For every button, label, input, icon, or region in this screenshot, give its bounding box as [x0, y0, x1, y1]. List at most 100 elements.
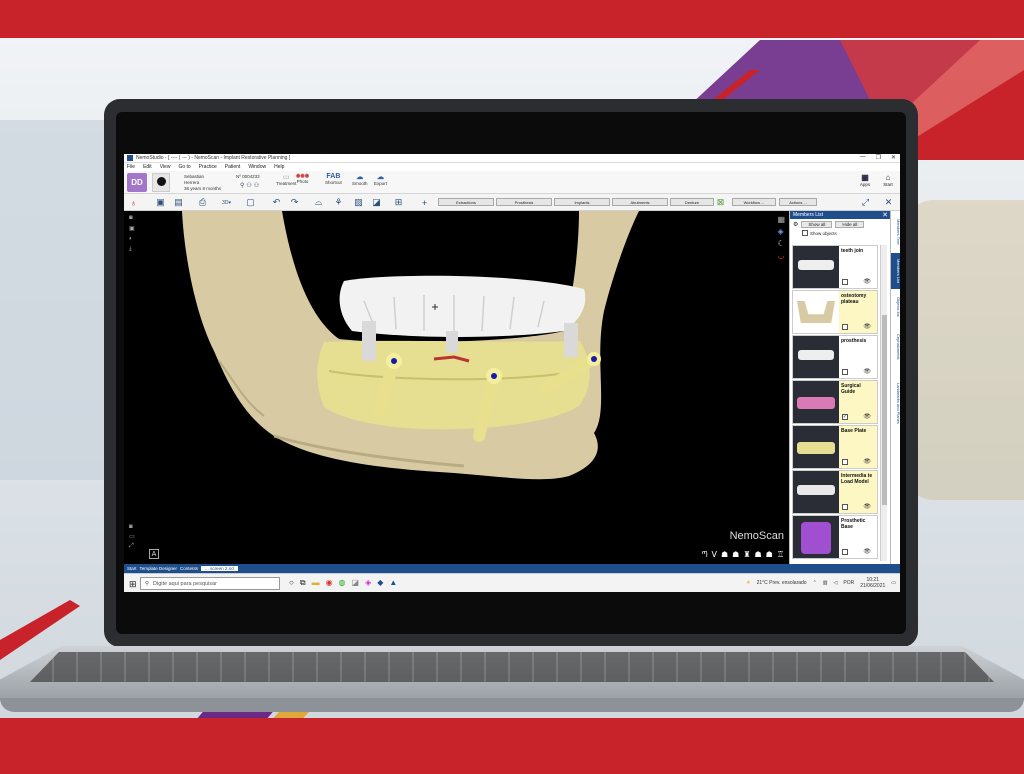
weather-text[interactable]: 21°C Prev. ensolarado [757, 580, 807, 586]
item-checkbox[interactable] [842, 549, 848, 555]
image-icon[interactable]: ▣ [129, 225, 135, 232]
step-extractions[interactable]: Extractions [438, 198, 494, 206]
fullscreen-icon[interactable]: ⤢ [129, 543, 135, 550]
tab-landmarks[interactable]: Landmarks and Planes [891, 371, 900, 435]
menu-help[interactable]: Help [274, 164, 284, 170]
snapshot-icon[interactable]: ◙ [129, 524, 135, 530]
tray-chevron-icon[interactable]: ⌃ [813, 580, 817, 586]
list-item[interactable]: Base Plate 👁 [792, 425, 878, 469]
ribbon-photo[interactable]: ◉◉◉ Photo [296, 173, 309, 184]
show-all-button[interactable]: Show all [801, 220, 833, 228]
share-icon[interactable]: ⚇ [254, 182, 259, 189]
video-icon[interactable]: ▭ [129, 533, 135, 540]
patient-avatar[interactable] [152, 173, 170, 192]
item-checkbox[interactable] [842, 279, 848, 285]
item-checkbox[interactable] [842, 504, 848, 510]
show-objects-checkbox[interactable] [802, 230, 808, 236]
step-abutments[interactable]: Abutments [612, 198, 668, 206]
lips-icon[interactable]: ◡ [777, 251, 785, 260]
notifications-icon[interactable]: ▭ [891, 580, 896, 586]
actions-dropdown[interactable]: Actions ... [779, 198, 817, 206]
list-item[interactable]: Prosthetic Base 👁 [792, 515, 878, 559]
3d-board-icon[interactable]: 3D▾ [220, 196, 233, 209]
head-top-icon[interactable]: ♜ [743, 550, 750, 560]
doc-tab-active[interactable]: ... screen 2.ncl [201, 566, 239, 571]
apps-button[interactable]: ▦ Apps [856, 173, 874, 187]
photos-icon[interactable]: ◪ [352, 578, 360, 588]
tooth-icon[interactable]: ⚘ [332, 196, 345, 209]
nemostudio-icon[interactable]: ◆ [377, 578, 383, 588]
layout-icon[interactable]: ⊞ [392, 196, 405, 209]
v-view-icon[interactable]: ᐯ [711, 550, 716, 560]
camera-icon[interactable]: ◪ [370, 196, 383, 209]
menu-file[interactable]: File [127, 164, 135, 170]
ribbon-shortcut[interactable]: FAB Shortcut [325, 173, 342, 185]
clock[interactable]: 10:21 21/06/2021 [860, 577, 885, 589]
eye-icon[interactable]: 👁 [863, 548, 871, 555]
cortana-icon[interactable]: ○ [289, 578, 294, 588]
step-denture[interactable]: Denture [670, 198, 714, 206]
rotate-icon[interactable]: ◐ [129, 236, 135, 242]
menu-goto[interactable]: Go to [178, 164, 190, 170]
tab-members-list[interactable]: Members List [891, 253, 900, 289]
item-checkbox[interactable] [842, 324, 848, 330]
taskbar-search-input[interactable]: ⚲ Digite aqui para pesquisar [140, 577, 280, 590]
arch-view-icon[interactable]: ᘉ [702, 550, 708, 560]
search-icon[interactable]: ⚲ [240, 182, 244, 189]
nemoscan-icon[interactable]: ▲ [389, 578, 397, 588]
minimize-button[interactable]: — [860, 154, 866, 161]
eye-icon[interactable]: 👁 [863, 503, 871, 510]
step-implants[interactable]: Implants [554, 198, 610, 206]
menu-view[interactable]: View [160, 164, 171, 170]
patient-initials-badge[interactable]: DD [127, 173, 147, 192]
doc-tab-start[interactable]: Start [127, 566, 137, 571]
ribbon-smooth[interactable]: ☁ Smooth [352, 173, 368, 186]
head-front-icon[interactable]: ☗ [721, 550, 728, 560]
volume-icon[interactable]: ◁ [834, 580, 838, 586]
doc-tab-template-designer[interactable]: Template Designer [140, 566, 178, 571]
ribbon-export[interactable]: ☁ Export [374, 173, 387, 186]
eye-icon[interactable]: 👁 [863, 413, 871, 420]
annotation-button[interactable]: A [149, 549, 159, 559]
list-item[interactable]: Intermedia te Load Model 👁 [792, 470, 878, 514]
chrome-icon[interactable]: ◉ [326, 578, 333, 588]
3d-viewport[interactable]: ◙ ▣ ◐ ⤓ ▦ ◈ ☾ ◡ ◙ ▭ ⤢ A NemoScan ᘉ ᐯ ☗ ☗… [124, 211, 789, 564]
list-item[interactable]: Surgical Guide ✓ 👁 [792, 380, 878, 424]
item-checkbox[interactable]: ✓ [842, 414, 848, 420]
basket-icon[interactable]: ⊠ [714, 196, 727, 209]
members-tree-icon[interactable]: ⚙ [793, 221, 798, 228]
grid-view-icon[interactable]: ▦ [777, 215, 785, 224]
close-panel-icon[interactable]: ✕ [882, 196, 895, 209]
undo-icon[interactable]: ↶ [270, 196, 283, 209]
item-checkbox[interactable] [842, 459, 848, 465]
eye-icon[interactable]: 👁 [863, 323, 871, 330]
paint-icon[interactable]: ◈ [365, 578, 371, 588]
head-back-icon[interactable]: ☗ [754, 550, 761, 560]
tab-objects-list[interactable]: Objects list [891, 291, 900, 323]
download-icon[interactable]: ⤓ [129, 246, 135, 253]
camera-icon[interactable]: ◙ [129, 215, 135, 221]
crescent-icon[interactable]: ☾ [777, 239, 785, 248]
ribbon-treatment[interactable]: ▭ Treatment [276, 173, 296, 186]
language-indicator[interactable]: POR [843, 580, 854, 586]
workflow-dropdown[interactable]: Workflow ... [732, 198, 776, 206]
file-explorer-icon[interactable]: ▬ [312, 578, 320, 588]
image-icon[interactable]: ▨ [352, 196, 365, 209]
step-prosthesis[interactable]: Prosthesis [496, 198, 552, 206]
scrollbar-thumb[interactable] [882, 315, 887, 505]
users-icon[interactable]: ⚇ [246, 182, 251, 189]
item-checkbox[interactable] [842, 369, 848, 375]
whatsapp-icon[interactable]: ◍ [339, 578, 346, 588]
task-view-icon[interactable]: ⧉ [300, 578, 306, 588]
list-item[interactable]: teeth join 👁 [792, 245, 878, 289]
eye-icon[interactable]: 👁 [863, 278, 871, 285]
tab-cephalometric[interactable]: Cephalometric [891, 325, 900, 369]
doc-tab-contents[interactable]: Contents [180, 566, 198, 571]
start-button[interactable]: ⌂ Start [879, 173, 897, 187]
head-left-icon[interactable]: ☗ [766, 550, 773, 560]
arch-icon[interactable]: ⌓ [312, 196, 325, 209]
menu-edit[interactable]: Edit [143, 164, 152, 170]
eye-icon[interactable]: 👁 [863, 458, 871, 465]
menu-practice[interactable]: Practice [199, 164, 217, 170]
menu-patient[interactable]: Patient [225, 164, 241, 170]
